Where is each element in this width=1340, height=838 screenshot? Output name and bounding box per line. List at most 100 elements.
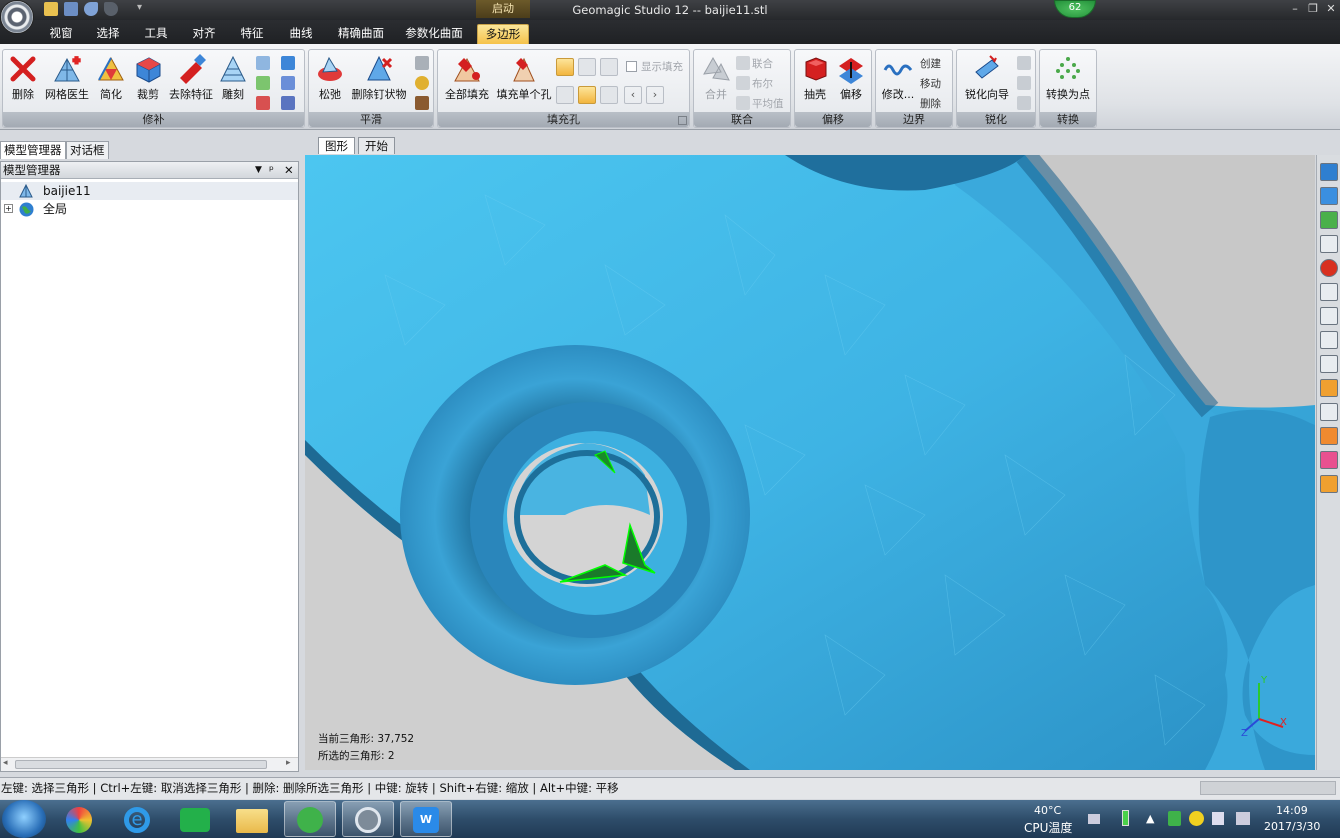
remove-features-button[interactable]: 去除特征	[169, 54, 213, 112]
scroll-left-icon[interactable]: ◂	[3, 758, 8, 768]
ie-icon[interactable]: e	[112, 801, 164, 837]
smooth-small-icon-2[interactable]	[415, 76, 429, 90]
tab-tools[interactable]: 工具	[137, 24, 175, 44]
color-icon[interactable]	[1320, 259, 1338, 277]
fill-mode-bridge-icon[interactable]	[600, 58, 618, 76]
tab-start[interactable]: 开始	[358, 137, 395, 154]
save-icon[interactable]	[64, 2, 78, 16]
tab-curves[interactable]: 曲线	[282, 24, 320, 44]
fill-mode-edge-icon[interactable]	[578, 58, 596, 76]
mesh-model[interactable]	[305, 155, 1315, 770]
dialog-launcher-icon[interactable]	[678, 116, 687, 125]
scroll-thumb[interactable]	[15, 760, 267, 769]
boolean-icon[interactable]	[736, 76, 750, 90]
restore-icon[interactable]: ❐	[1306, 2, 1320, 16]
repair-small-icon-1[interactable]	[256, 56, 270, 70]
update-icon[interactable]	[1189, 811, 1204, 826]
tab-parametric-surfaces[interactable]: 参数化曲面	[400, 24, 468, 44]
folder-icon[interactable]	[44, 2, 58, 16]
panel-close-icon[interactable]: ✕	[284, 162, 294, 178]
deselect-icon[interactable]	[1320, 475, 1338, 493]
tree-item-mesh[interactable]: baijie11	[1, 182, 298, 200]
offset-button[interactable]: 偏移	[833, 54, 869, 112]
360-icon[interactable]	[284, 801, 336, 837]
merge-button[interactable]: 合并	[696, 54, 736, 112]
repair-small-icon-4[interactable]	[281, 56, 295, 70]
smooth-small-icon-3[interactable]	[415, 96, 429, 110]
smooth-small-icon-1[interactable]	[415, 56, 429, 70]
redo-icon[interactable]	[104, 2, 118, 16]
customize-quick-access-icon[interactable]: ▾	[137, 2, 142, 13]
sculpt-button[interactable]: 雕刻	[215, 54, 251, 112]
wps-icon[interactable]: W	[400, 801, 452, 837]
line-select-icon[interactable]	[1320, 331, 1338, 349]
sharpen-small-icon-3[interactable]	[1017, 96, 1031, 110]
start-orb[interactable]	[2, 800, 46, 838]
lasso-select-icon[interactable]	[1320, 307, 1338, 325]
pin-icon[interactable]: ᵖ	[269, 162, 274, 178]
fill-curvature-icon[interactable]	[578, 86, 596, 104]
average-label[interactable]: 平均值	[752, 96, 784, 111]
tab-select[interactable]: 选择	[89, 24, 127, 44]
context-tab-start[interactable]: 启动	[476, 0, 530, 18]
tray-expand-icon[interactable]: ▲	[1146, 812, 1154, 825]
app-icon[interactable]	[54, 801, 106, 837]
clock-time[interactable]: 14:09	[1276, 804, 1308, 817]
battery-icon[interactable]	[1122, 810, 1129, 826]
sharpen-wizard-button[interactable]: 锐化向导	[959, 54, 1015, 112]
union-label[interactable]: 联合	[752, 56, 773, 71]
volume-icon[interactable]	[1212, 812, 1224, 825]
tab-model-manager[interactable]: 模型管理器	[0, 141, 66, 159]
close-icon[interactable]: ✕	[1324, 2, 1338, 16]
zoom-icon[interactable]	[1320, 235, 1338, 253]
chevron-right-icon[interactable]: ›	[646, 86, 664, 104]
explorer-icon[interactable]	[226, 801, 278, 837]
rect-select-icon[interactable]	[1320, 283, 1338, 301]
tab-polygons[interactable]: 多边形	[477, 24, 529, 44]
create-boundary-label[interactable]: 创建	[920, 56, 941, 71]
tab-view[interactable]: 视窗	[42, 24, 80, 44]
sharpen-small-icon-1[interactable]	[1017, 56, 1031, 70]
iqiyi-icon[interactable]	[170, 801, 222, 837]
convert-to-points-button[interactable]: 转换为点	[1042, 54, 1094, 112]
panel-horizontal-scrollbar[interactable]: ◂ ▸	[1, 757, 298, 771]
simplify-button[interactable]: 简化	[93, 54, 129, 112]
fill-flat-icon[interactable]	[556, 86, 574, 104]
scroll-right-icon[interactable]: ▸	[286, 758, 291, 768]
union-icon[interactable]	[736, 56, 750, 70]
repair-small-icon-6[interactable]	[281, 96, 295, 110]
minimize-icon[interactable]: –	[1288, 2, 1302, 16]
repair-small-icon-5[interactable]	[281, 76, 295, 90]
modify-boundary-button[interactable]: 修改...	[878, 54, 918, 112]
move-boundary-label[interactable]: 移动	[920, 76, 941, 91]
relax-button[interactable]: 松弛	[311, 54, 349, 112]
average-icon[interactable]	[736, 96, 750, 110]
chevron-left-icon[interactable]: ‹	[624, 86, 642, 104]
fill-all-button[interactable]: 全部填充	[442, 54, 492, 112]
select-visible-icon[interactable]	[1320, 427, 1338, 445]
tree-item-global[interactable]: + 全局	[1, 200, 298, 218]
geomagic-icon[interactable]	[342, 801, 394, 837]
repair-small-icon-3[interactable]	[256, 96, 270, 110]
select-all-icon[interactable]	[1320, 451, 1338, 469]
keyboard-icon[interactable]	[1088, 814, 1100, 824]
view-front-icon[interactable]	[1320, 163, 1338, 181]
view-fit-icon[interactable]	[1320, 211, 1338, 229]
boolean-label[interactable]: 布尔	[752, 76, 773, 91]
tab-graphics[interactable]: 图形	[318, 137, 355, 154]
shield-icon[interactable]	[1168, 811, 1181, 826]
sharpen-small-icon-2[interactable]	[1017, 76, 1031, 90]
view-top-icon[interactable]	[1320, 187, 1338, 205]
app-menu-logo-icon[interactable]	[0, 0, 34, 34]
tab-dialog[interactable]: 对话框	[66, 141, 109, 159]
remove-spikes-button[interactable]: 删除钉状物	[351, 54, 407, 112]
brush-select-icon[interactable]	[1320, 355, 1338, 373]
delete-button[interactable]: 删除	[5, 54, 41, 112]
clock-date[interactable]: 2017/3/30	[1264, 820, 1320, 833]
graphics-viewport[interactable]: 当前三角形: 37,752 所选的三角形: 2 Y X Z	[305, 155, 1315, 770]
fill-single-button[interactable]: 填充单个孔	[496, 54, 552, 112]
trim-button[interactable]: 裁剪	[129, 54, 167, 112]
show-fill-checkbox[interactable]	[626, 61, 637, 72]
repair-small-icon-2[interactable]	[256, 76, 270, 90]
undo-icon[interactable]	[84, 2, 98, 16]
